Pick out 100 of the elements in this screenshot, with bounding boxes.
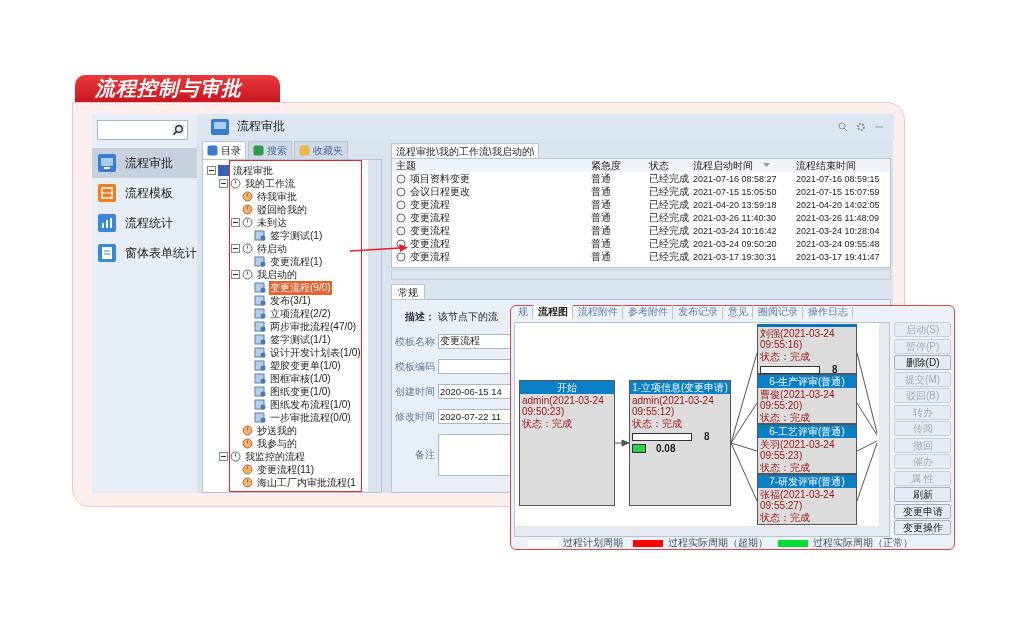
search-icon[interactable] [172, 124, 184, 136]
scrollbar[interactable] [515, 526, 890, 536]
node-title: 1-立项信息(变更申请) [630, 381, 730, 394]
node-status: 状态：完成 [759, 351, 811, 363]
tab[interactable]: 常规 [391, 284, 425, 299]
tree-item[interactable]: 驳回给我的 [256, 202, 308, 217]
tree-item[interactable]: 待我审批 [256, 189, 298, 204]
chart-icon [97, 213, 117, 233]
scrollbar[interactable] [391, 269, 891, 280]
document-icon [254, 295, 266, 306]
tab[interactable]: 流程图 [534, 305, 573, 319]
flow-node[interactable]: 1-立项信息(变更申请) admin(2021-03-24 09:55:12) 状态：完成 8 0.08 [629, 380, 731, 506]
sidebar-item[interactable]: 流程审批 [92, 148, 197, 178]
node-info: 曹俊(2021-03-24 09:55:20) [759, 388, 836, 411]
sidebar-item[interactable]: 窗体表单统计 [92, 238, 197, 268]
tab[interactable]: 参考附件 [624, 305, 673, 319]
node-info: 关羽(2021-03-24 09:55:23) [759, 438, 836, 461]
tab[interactable]: 目录 [202, 141, 246, 159]
search-field[interactable] [97, 120, 188, 140]
tree-item[interactable]: 我的工作流 [244, 176, 296, 191]
action-button[interactable]: 变更申请 [894, 503, 951, 519]
tab[interactable]: 意见 [724, 305, 753, 319]
table-cell: 2021-03-24 10:28:04 [796, 225, 880, 236]
tree-item[interactable]: 未到达 [256, 215, 288, 230]
table-cell: 普通 [591, 236, 611, 251]
expander-icon[interactable] [219, 179, 228, 188]
tree-item[interactable]: 待启动 [256, 241, 288, 256]
flow-node[interactable]: 6-工艺评审(普通) 关羽(2021-03-24 09:55:23) 状态：完成 [757, 424, 857, 474]
flow-node[interactable]: 7-研发评审(普通) 张福(2021-03-24 09:55:27) 状态：完成 [757, 474, 857, 525]
column-header[interactable]: 状态 [645, 158, 689, 173]
template-icon [97, 183, 117, 203]
expander-icon[interactable] [231, 218, 240, 227]
action-button[interactable]: 刷新 [894, 487, 951, 502]
scrollbar[interactable] [368, 160, 381, 492]
tab[interactable]: 圈阅记录 [754, 305, 803, 319]
tree-item[interactable]: 发布(3/1) [269, 293, 312, 308]
settings-icon[interactable] [856, 121, 866, 132]
expander-icon[interactable] [219, 452, 228, 461]
tab[interactable]: 收藏夹 [294, 141, 348, 159]
table-cell: 变更流程 [410, 249, 450, 264]
tree-item[interactable]: 塑胶变更单(1/0) [269, 358, 342, 373]
tab[interactable]: 流程附件 [574, 305, 623, 319]
node-title: 6-工艺评审(普通) [758, 425, 856, 438]
column-header[interactable]: 紧急度 [587, 158, 645, 173]
actual-reading: 0.08 [656, 443, 676, 454]
expander-icon[interactable] [231, 270, 240, 279]
tree-item[interactable]: 签字测试(1/1) [269, 332, 332, 347]
clock-icon [396, 186, 406, 197]
node-title: 7-研发评审(普通) [758, 475, 856, 488]
tree-item[interactable]: 立项流程(2/2) [269, 306, 332, 321]
sort-icon[interactable] [763, 163, 770, 168]
expander-icon[interactable] [231, 244, 240, 253]
action-button[interactable]: 变更操作 [894, 520, 951, 535]
tree-item[interactable]: 图纸发布流程(1/0) [269, 397, 352, 412]
field-label: 备注 [414, 448, 435, 462]
tab-icon [299, 145, 310, 156]
tree-item[interactable]: 流程审批 [232, 163, 274, 178]
tree-item[interactable]: 海山工厂内审批流程(1 [256, 475, 357, 490]
expander-icon[interactable] [207, 166, 216, 175]
node-status: 状态：完成 [631, 418, 683, 430]
tab[interactable]: 发布记录 [674, 305, 723, 319]
tree-item[interactable]: 我启动的 [256, 267, 298, 282]
tree-item[interactable]: 两步审批流程(47/0) [269, 319, 358, 334]
tab[interactable]: 搜索 [248, 141, 292, 159]
monitor-icon [211, 118, 229, 135]
tree-item[interactable]: 变更流程(1) [269, 254, 324, 269]
clock-icon [242, 243, 253, 254]
action-button[interactable]: 删除(D) [894, 355, 951, 370]
breadcrumb-tab[interactable]: 流程审批\我的工作流\我启动的\ [391, 143, 540, 158]
tab[interactable]: 规 [514, 305, 533, 319]
scrollbar[interactable] [879, 323, 890, 526]
flow-node[interactable]: 6-生产评审(普通) 曹俊(2021-03-24 09:55:20) 状态：完成 [757, 374, 857, 424]
table-cell: 2021-04-20 13:59:18 [693, 199, 777, 210]
flow-node[interactable]: 开始 admin(2021-03-24 09:50:23) 状态：完成 [519, 380, 615, 506]
table-cell: 已经完成 [649, 197, 689, 212]
tree-item[interactable]: 图框审核(1/0) [269, 371, 332, 386]
tree-item[interactable]: 图纸变更(1/0) [269, 384, 332, 399]
column-header[interactable]: 流程结束时间 [792, 158, 890, 173]
node-status: 状态：完成 [521, 418, 573, 430]
table-cell: 普通 [591, 171, 611, 186]
plan-reading: 8 [704, 431, 710, 442]
tree-item[interactable]: 一步审批流程(0/0) [269, 410, 352, 425]
clock-icon [242, 217, 253, 228]
column-header[interactable]: 主题 [392, 158, 587, 173]
tab-icon [207, 145, 218, 156]
tree-item[interactable]: 设计开发计划表(1/0) [269, 345, 362, 360]
clock-icon [242, 464, 253, 475]
tree-item[interactable]: 我参与的 [256, 436, 298, 451]
sidebar-item[interactable]: 流程模板 [92, 178, 197, 208]
node-title: 6-生产评审(普通) [758, 375, 856, 388]
flow-node[interactable]: 刘强(2021-03-24 09:55:16) 状态：完成 8 [757, 324, 857, 374]
tree-item[interactable]: 我监控的流程 [244, 449, 306, 464]
table-cell: 会议日程更改 [410, 184, 470, 199]
tree-item[interactable]: 变更流程(11) [256, 462, 316, 477]
column-header[interactable]: 流程启动时间 [689, 158, 792, 173]
tab[interactable]: 操作日志 [804, 305, 853, 319]
tree-item[interactable]: 抄送我的 [256, 423, 298, 438]
table-cell: 普通 [591, 184, 611, 199]
tree-item[interactable]: 签字测试(1) [269, 228, 324, 243]
sidebar-item[interactable]: 流程统计 [92, 208, 197, 238]
